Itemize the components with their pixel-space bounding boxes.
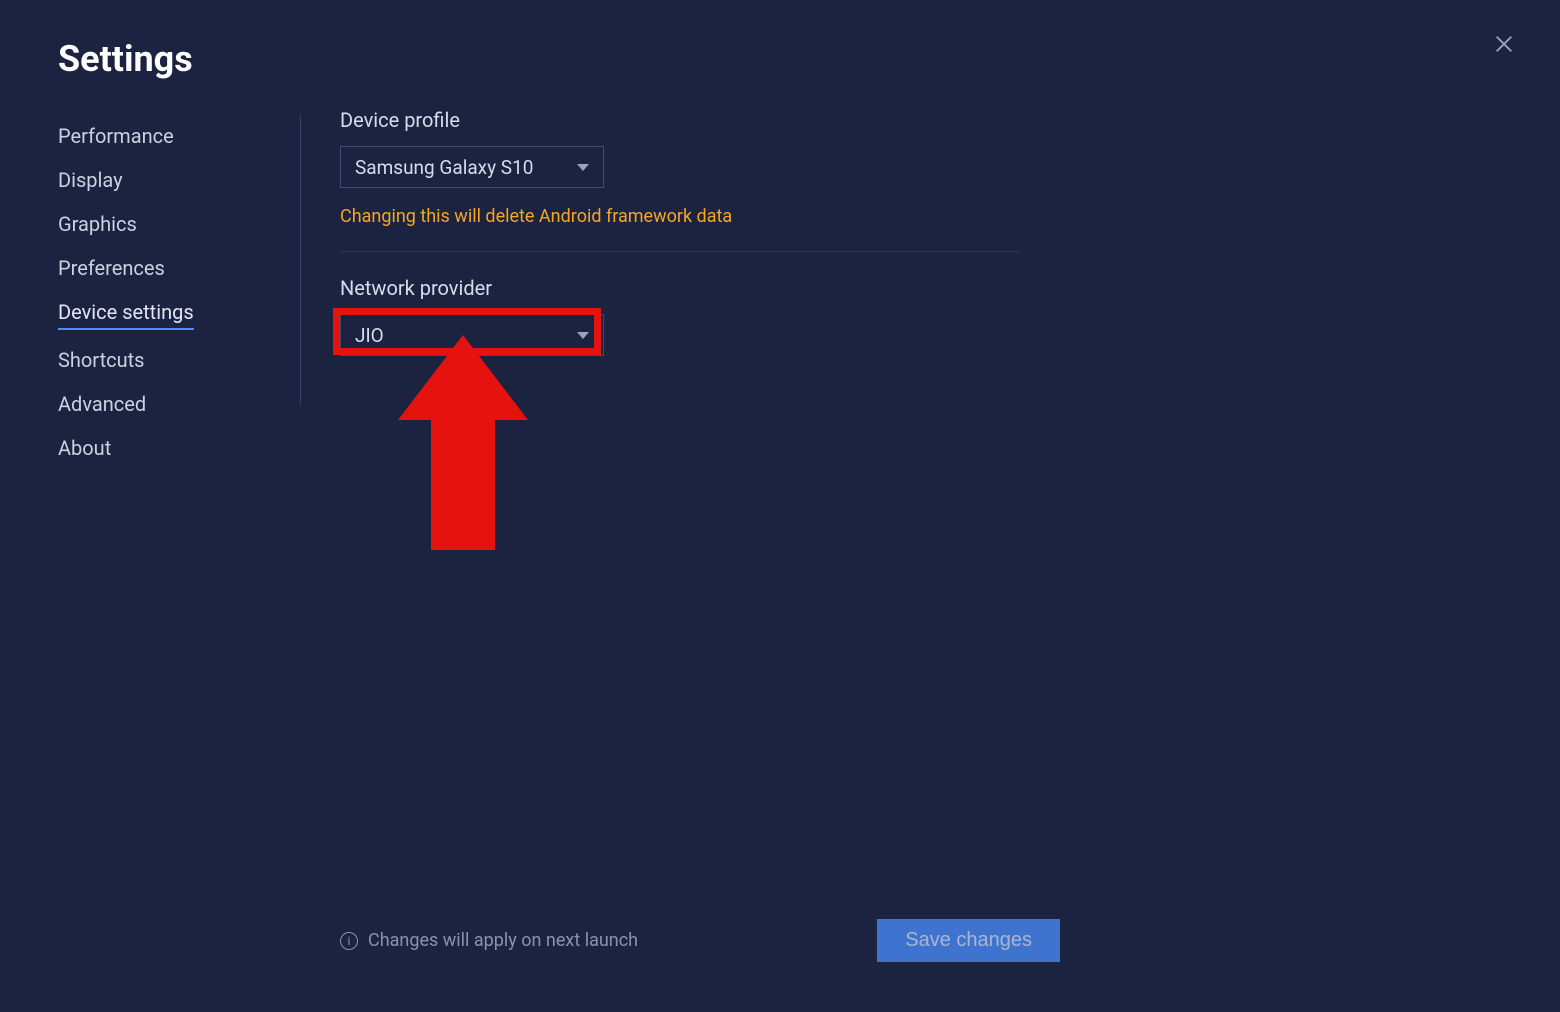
- info-icon: i: [340, 932, 358, 950]
- sidebar-item-advanced[interactable]: Advanced: [58, 383, 298, 425]
- annotation-arrow-icon: [398, 335, 528, 550]
- device-profile-dropdown[interactable]: Samsung Galaxy S10: [340, 146, 604, 188]
- sidebar-item-display[interactable]: Display: [58, 159, 298, 201]
- network-provider-label: Network provider: [340, 276, 1060, 300]
- chevron-down-icon: [577, 164, 589, 171]
- sidebar-item-graphics[interactable]: Graphics: [58, 203, 298, 245]
- close-button[interactable]: [1488, 28, 1520, 60]
- sidebar-item-performance[interactable]: Performance: [58, 115, 298, 157]
- device-profile-warning: Changing this will delete Android framew…: [340, 206, 1060, 227]
- footer-note-text: Changes will apply on next launch: [368, 930, 638, 951]
- device-profile-label: Device profile: [340, 108, 1060, 132]
- settings-sidebar: Performance Display Graphics Preferences…: [58, 115, 298, 469]
- network-provider-dropdown[interactable]: JIO: [340, 314, 604, 356]
- sidebar-divider: [300, 115, 301, 405]
- network-provider-selected: JIO: [355, 324, 384, 347]
- sidebar-item-device-settings[interactable]: Device settings: [58, 291, 194, 330]
- chevron-down-icon: [577, 332, 589, 339]
- device-profile-selected: Samsung Galaxy S10: [355, 156, 533, 179]
- settings-content: Device profile Samsung Galaxy S10 Changi…: [340, 108, 1060, 356]
- footer: i Changes will apply on next launch Save…: [340, 919, 1060, 962]
- footer-note: i Changes will apply on next launch: [340, 930, 638, 951]
- sidebar-item-preferences[interactable]: Preferences: [58, 247, 298, 289]
- page-title: Settings: [58, 38, 193, 80]
- sidebar-item-shortcuts[interactable]: Shortcuts: [58, 339, 298, 381]
- save-changes-button[interactable]: Save changes: [877, 919, 1060, 962]
- section-divider: [340, 251, 1020, 252]
- sidebar-item-about[interactable]: About: [58, 427, 298, 469]
